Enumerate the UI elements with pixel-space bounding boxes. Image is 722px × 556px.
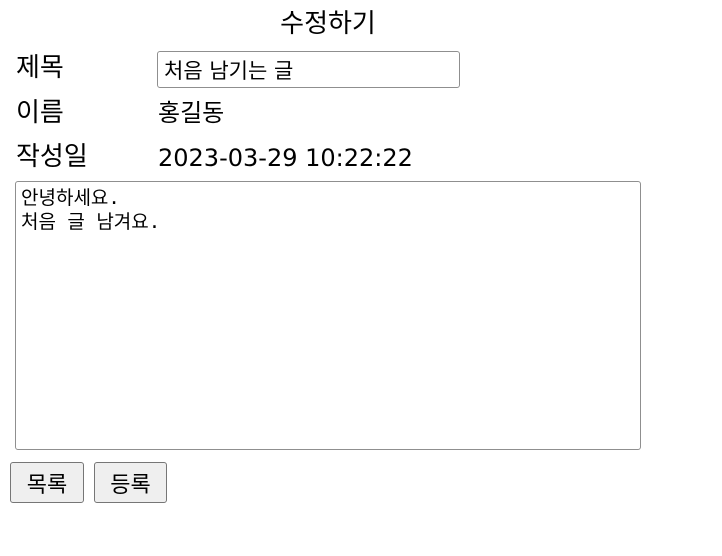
date-label: 작성일: [16, 142, 88, 172]
list-button[interactable]: 목록: [10, 462, 84, 503]
date-value: 2023-03-29 10:22:22: [158, 144, 413, 172]
register-button[interactable]: 등록: [94, 462, 167, 503]
title-label: 제목: [16, 53, 64, 83]
name-value: 홍길동: [158, 99, 225, 127]
title-input[interactable]: [157, 51, 460, 88]
name-label: 이름: [16, 98, 64, 128]
page-title: 수정하기: [280, 9, 376, 39]
content-textarea[interactable]: 안녕하세요. 처음 글 남겨요.: [15, 181, 641, 450]
